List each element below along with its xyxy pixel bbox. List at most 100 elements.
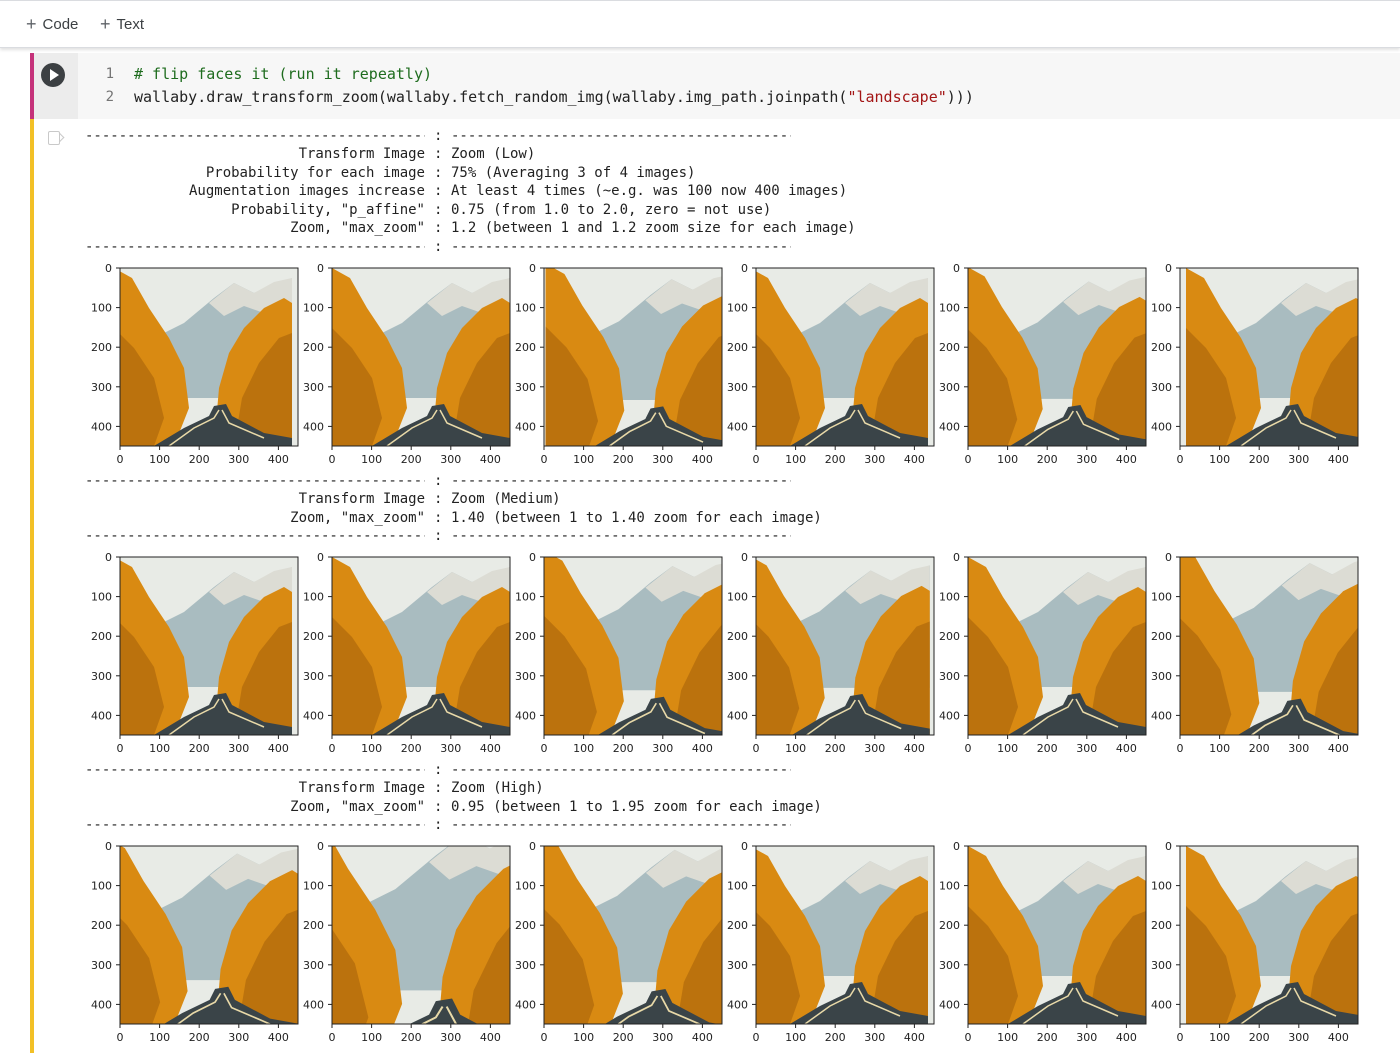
output-value: 1.40 (between 1 to 1.40 zoom for each im…	[451, 509, 822, 526]
y-tick-label: 200	[1151, 919, 1172, 932]
x-tick-label: 100	[149, 453, 170, 466]
y-tick-label: 0	[1165, 840, 1172, 853]
y-tick-label: 200	[939, 341, 960, 354]
y-tick-label: 200	[91, 919, 112, 932]
subplot-svg: 0 100 200 300 400 0 100 200 300 400	[303, 262, 511, 466]
x-tick-label: 200	[1037, 1031, 1058, 1044]
separator-colon: :	[434, 128, 443, 144]
x-tick-label: 400	[480, 453, 501, 466]
y-tick-label: 0	[953, 840, 960, 853]
subplot-image-group: 0 100 200 300 400 0 100 200 300 400	[515, 840, 723, 1044]
x-tick-label: 400	[268, 742, 289, 755]
y-tick-label: 400	[727, 998, 748, 1011]
x-tick-label: 300	[1076, 453, 1097, 466]
cell-gutter	[34, 53, 78, 119]
x-tick-label: 200	[1249, 742, 1270, 755]
subplot-svg: 0 100 200 300 400 0 100 200 300 400	[1151, 551, 1359, 755]
separator-colon: :	[434, 528, 443, 544]
y-tick-label: 200	[303, 919, 324, 932]
x-tick-label: 200	[613, 742, 634, 755]
x-tick-label: 400	[904, 453, 925, 466]
x-tick-label: 0	[753, 1031, 760, 1044]
add-text-button[interactable]: + Text	[100, 11, 144, 37]
subplot: 0 100 200 300 400 0 100 200 300 400	[292, 838, 512, 1044]
subplot: 0 100 200 300 400 0 100 200 300 400	[292, 549, 512, 755]
separator-line: ----------------------------------------…	[451, 762, 791, 778]
x-tick-label: 0	[541, 453, 548, 466]
y-tick-label: 0	[741, 840, 748, 853]
subplot: 0 100 200 300 400 0 100 200 300 400	[716, 838, 936, 1044]
separator-line: ----------------------------------------…	[85, 528, 425, 544]
subplot-image	[544, 557, 722, 735]
x-tick-label: 100	[997, 742, 1018, 755]
x-tick-label: 200	[1037, 742, 1058, 755]
subplot-image	[120, 557, 298, 735]
subplot-image-group: 0 100 200 300 400 0 100 200 300 400	[515, 262, 723, 466]
subplot-image	[968, 557, 1146, 735]
y-tick-label: 300	[939, 381, 960, 394]
code-line-2[interactable]: wallaby.draw_transform_zoom(wallaby.fetc…	[134, 88, 974, 106]
subplot-image-group: 0 100 200 300 400 0 100 200 300 400	[91, 551, 299, 755]
y-tick-label: 300	[727, 959, 748, 972]
subplot: 0 100 200 300 400 0 100 200 300 400	[504, 838, 724, 1044]
output-clear-icon[interactable]	[48, 131, 60, 145]
separator-line: ----------------------------------------…	[451, 128, 791, 144]
x-tick-label: 100	[785, 453, 806, 466]
y-tick-label: 100	[303, 591, 324, 604]
run-cell-button[interactable]	[41, 63, 65, 87]
code-text: wallaby.draw_transform_zoom(wallaby.fetc…	[134, 88, 848, 106]
x-tick-label: 100	[1209, 742, 1230, 755]
x-tick-label: 0	[965, 742, 972, 755]
subplot-svg: 0 100 200 300 400 0 100 200 300 400	[303, 551, 511, 755]
x-tick-label: 300	[652, 742, 673, 755]
y-tick-label: 300	[91, 381, 112, 394]
output-value: Zoom (High)	[451, 780, 544, 796]
subplot-image-group: 0 100 200 300 400 0 100 200 300 400	[303, 551, 511, 755]
subplot-image	[120, 268, 298, 446]
subplot-svg: 0 100 200 300 400 0 100 200 300 400	[1151, 262, 1359, 466]
subplot: 0 100 200 300 400 0 100 200 300 400	[1140, 838, 1360, 1044]
output-key: Augmentation images increase	[188, 183, 425, 199]
subplot-image	[968, 846, 1146, 1024]
x-tick-label: 400	[1328, 1031, 1349, 1044]
add-code-button[interactable]: + Code	[26, 11, 78, 37]
subplot-image	[1180, 846, 1358, 1024]
y-tick-label: 0	[105, 840, 112, 853]
y-tick-label: 100	[727, 302, 748, 315]
y-tick-label: 400	[303, 420, 324, 433]
y-tick-label: 400	[939, 420, 960, 433]
y-tick-label: 400	[1151, 709, 1172, 722]
output-key: Transform Image	[298, 780, 425, 796]
subplot-image	[332, 557, 510, 735]
code-cell[interactable]: 1 2 # flip faces it (run it repeatly) wa…	[30, 53, 1400, 119]
subplot-svg: 0 100 200 300 400 0 100 200 300 400	[91, 840, 299, 1044]
y-tick-label: 400	[515, 998, 536, 1011]
y-tick-label: 0	[529, 262, 536, 275]
x-tick-label: 200	[401, 453, 422, 466]
y-tick-label: 300	[515, 670, 536, 683]
y-tick-label: 100	[727, 591, 748, 604]
subplot-image-group: 0 100 200 300 400 0 100 200 300 400	[939, 262, 1147, 466]
x-tick-label: 200	[1249, 453, 1270, 466]
y-tick-label: 200	[939, 919, 960, 932]
subplot: 0 100 200 300 400 0 100 200 300 400	[928, 549, 1148, 755]
separator-colon: :	[434, 239, 443, 255]
code-line-1[interactable]: # flip faces it (run it repeatly)	[134, 65, 432, 83]
separator-line: ----------------------------------------…	[85, 473, 425, 489]
y-tick-label: 400	[91, 420, 112, 433]
y-tick-label: 300	[1151, 381, 1172, 394]
y-tick-label: 0	[1165, 551, 1172, 564]
subplot: 0 100 200 300 400 0 100 200 300 400	[1140, 549, 1360, 755]
x-tick-label: 400	[692, 742, 713, 755]
y-tick-label: 300	[1151, 670, 1172, 683]
subplot-svg: 0 100 200 300 400 0 100 200 300 400	[939, 262, 1147, 466]
output-value: Zoom (Low)	[451, 146, 536, 162]
y-tick-label: 100	[91, 880, 112, 893]
x-tick-label: 300	[228, 742, 249, 755]
x-tick-label: 200	[1249, 1031, 1270, 1044]
y-tick-label: 0	[529, 551, 536, 564]
y-tick-label: 200	[515, 919, 536, 932]
output-value: 1.2 (between 1 and 1.2 zoom size for eac…	[451, 220, 856, 236]
x-tick-label: 400	[480, 1031, 501, 1044]
y-tick-label: 200	[303, 630, 324, 643]
